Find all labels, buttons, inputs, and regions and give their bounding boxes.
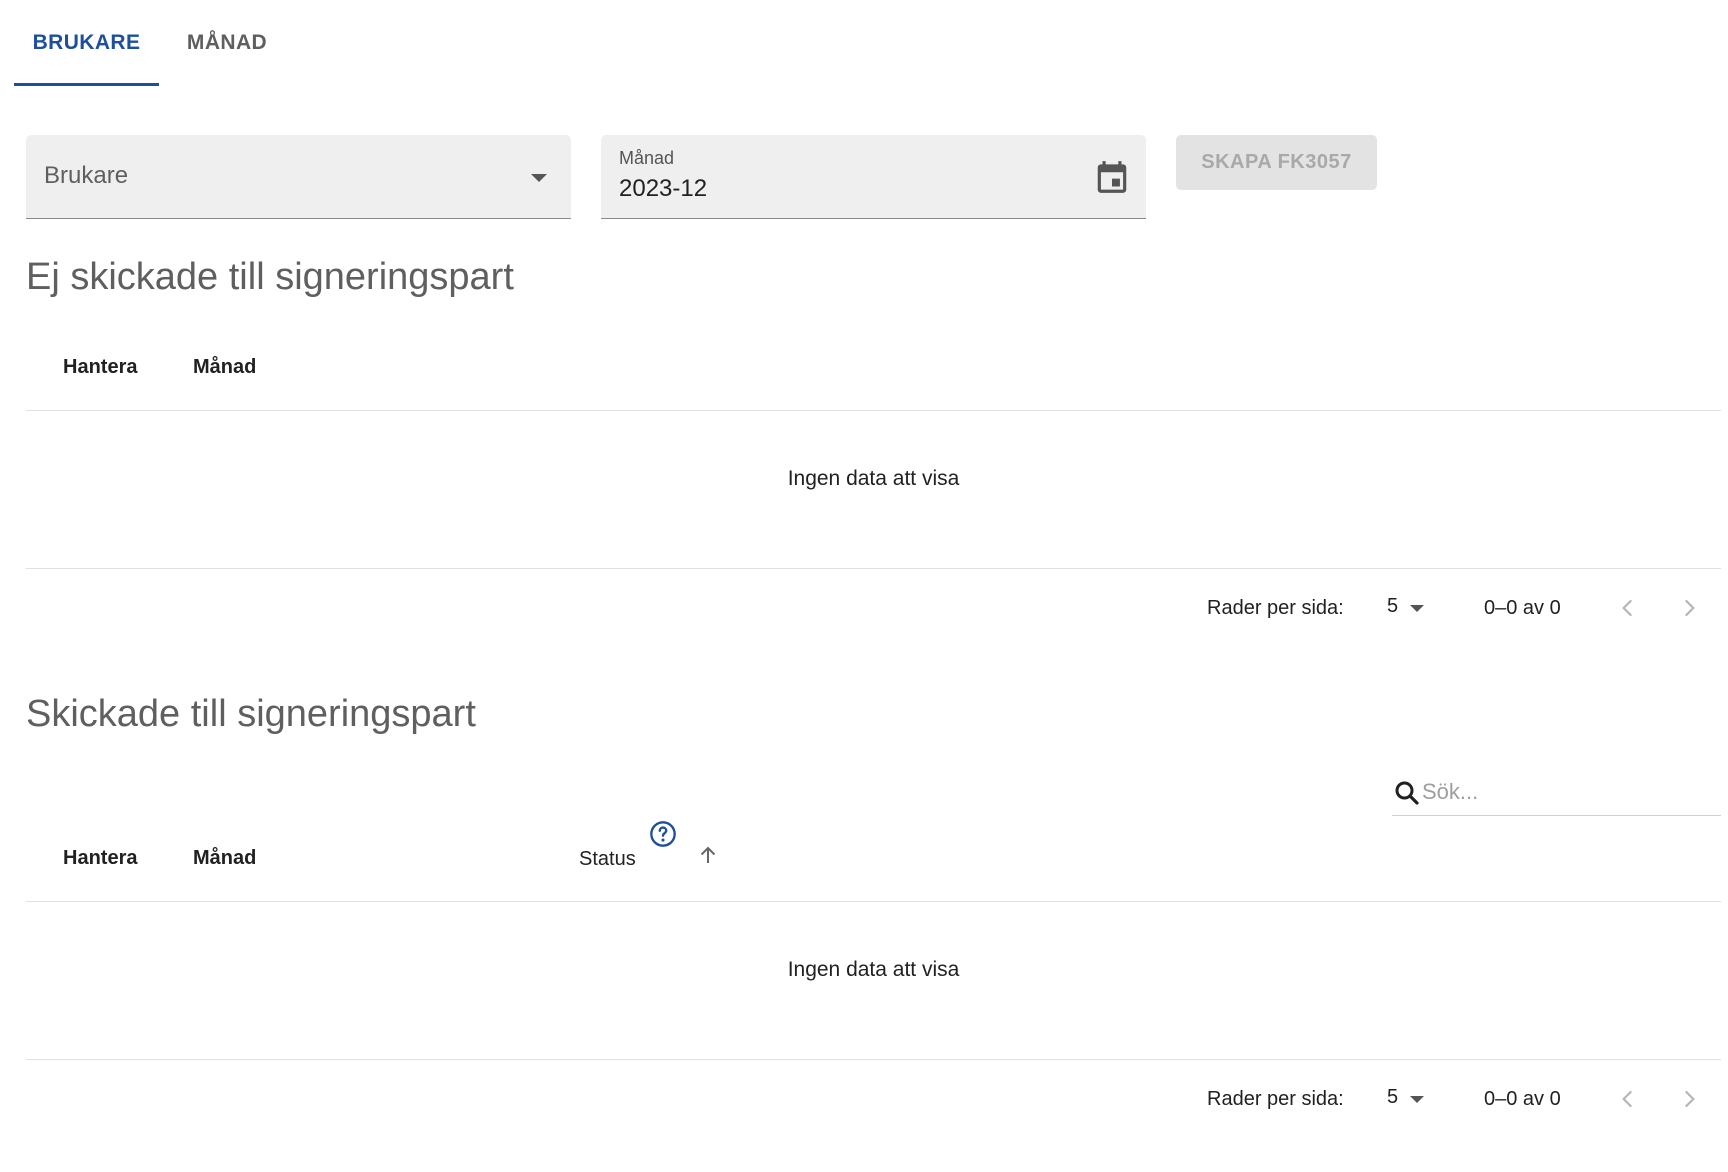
tab-manad[interactable]: MÅNAD: [160, 0, 294, 86]
users-select-value: Brukare: [44, 162, 129, 189]
empty-table-message: Ingen data att visa: [787, 467, 960, 490]
help-circle-icon[interactable]: [649, 820, 677, 848]
caret-down-icon: [1410, 605, 1424, 612]
rows-per-page-label: Rader per sida:: [1207, 1088, 1344, 1110]
rows-per-page-label: Rader per sida:: [1207, 597, 1344, 619]
caret-down-icon: [1410, 1096, 1424, 1103]
column-header-hantera: Hantera: [63, 847, 138, 869]
create-fk3057-label: SKAPA FK3057: [1201, 151, 1352, 173]
pagination-range: 0–0 av 0: [1484, 597, 1561, 619]
table-header-divider: [26, 901, 1721, 902]
table-header-divider: [26, 410, 1721, 411]
rows-per-page-value: 5: [1387, 1086, 1399, 1108]
tab-brukare[interactable]: BRUKARE: [14, 0, 159, 86]
rows-per-page-select[interactable]: 5: [1380, 1083, 1440, 1113]
sent-section-title: Skickade till signeringspart: [26, 693, 476, 735]
month-field-label: Månad: [619, 148, 675, 168]
tab-manad-label: MÅNAD: [186, 31, 268, 54]
create-fk3057-button[interactable]: SKAPA FK3057: [1176, 135, 1377, 190]
table-footer-divider: [26, 1059, 1721, 1060]
column-header-manad: Månad: [193, 847, 257, 869]
search-input[interactable]: [1422, 774, 1712, 810]
users-select[interactable]: Brukare: [26, 135, 571, 219]
rows-per-page-select[interactable]: 5: [1380, 592, 1440, 622]
calendar-icon[interactable]: [1093, 158, 1131, 196]
month-field-value: 2023-12: [619, 175, 708, 202]
column-header-hantera: Hantera: [63, 356, 138, 378]
chevron-right-icon[interactable]: [1676, 1086, 1702, 1112]
table-footer-divider: [26, 568, 1721, 569]
caret-down-icon: [531, 174, 547, 182]
empty-table-message: Ingen data att visa: [787, 958, 960, 981]
chevron-right-icon[interactable]: [1676, 595, 1702, 621]
arrow-up-icon[interactable]: [696, 843, 720, 867]
column-header-status[interactable]: Status: [579, 848, 636, 871]
not-sent-section-title: Ej skickade till signeringspart: [26, 256, 514, 298]
chevron-left-icon[interactable]: [1615, 595, 1641, 621]
chevron-left-icon[interactable]: [1615, 1086, 1641, 1112]
tab-brukare-label: BRUKARE: [32, 31, 141, 54]
active-tab-indicator: [14, 83, 159, 86]
search-field[interactable]: [1392, 770, 1721, 816]
month-field[interactable]: Månad 2023-12: [601, 135, 1146, 219]
search-icon: [1395, 781, 1419, 805]
column-header-manad: Månad: [193, 356, 257, 378]
rows-per-page-value: 5: [1387, 595, 1399, 617]
pagination-range: 0–0 av 0: [1484, 1088, 1561, 1110]
